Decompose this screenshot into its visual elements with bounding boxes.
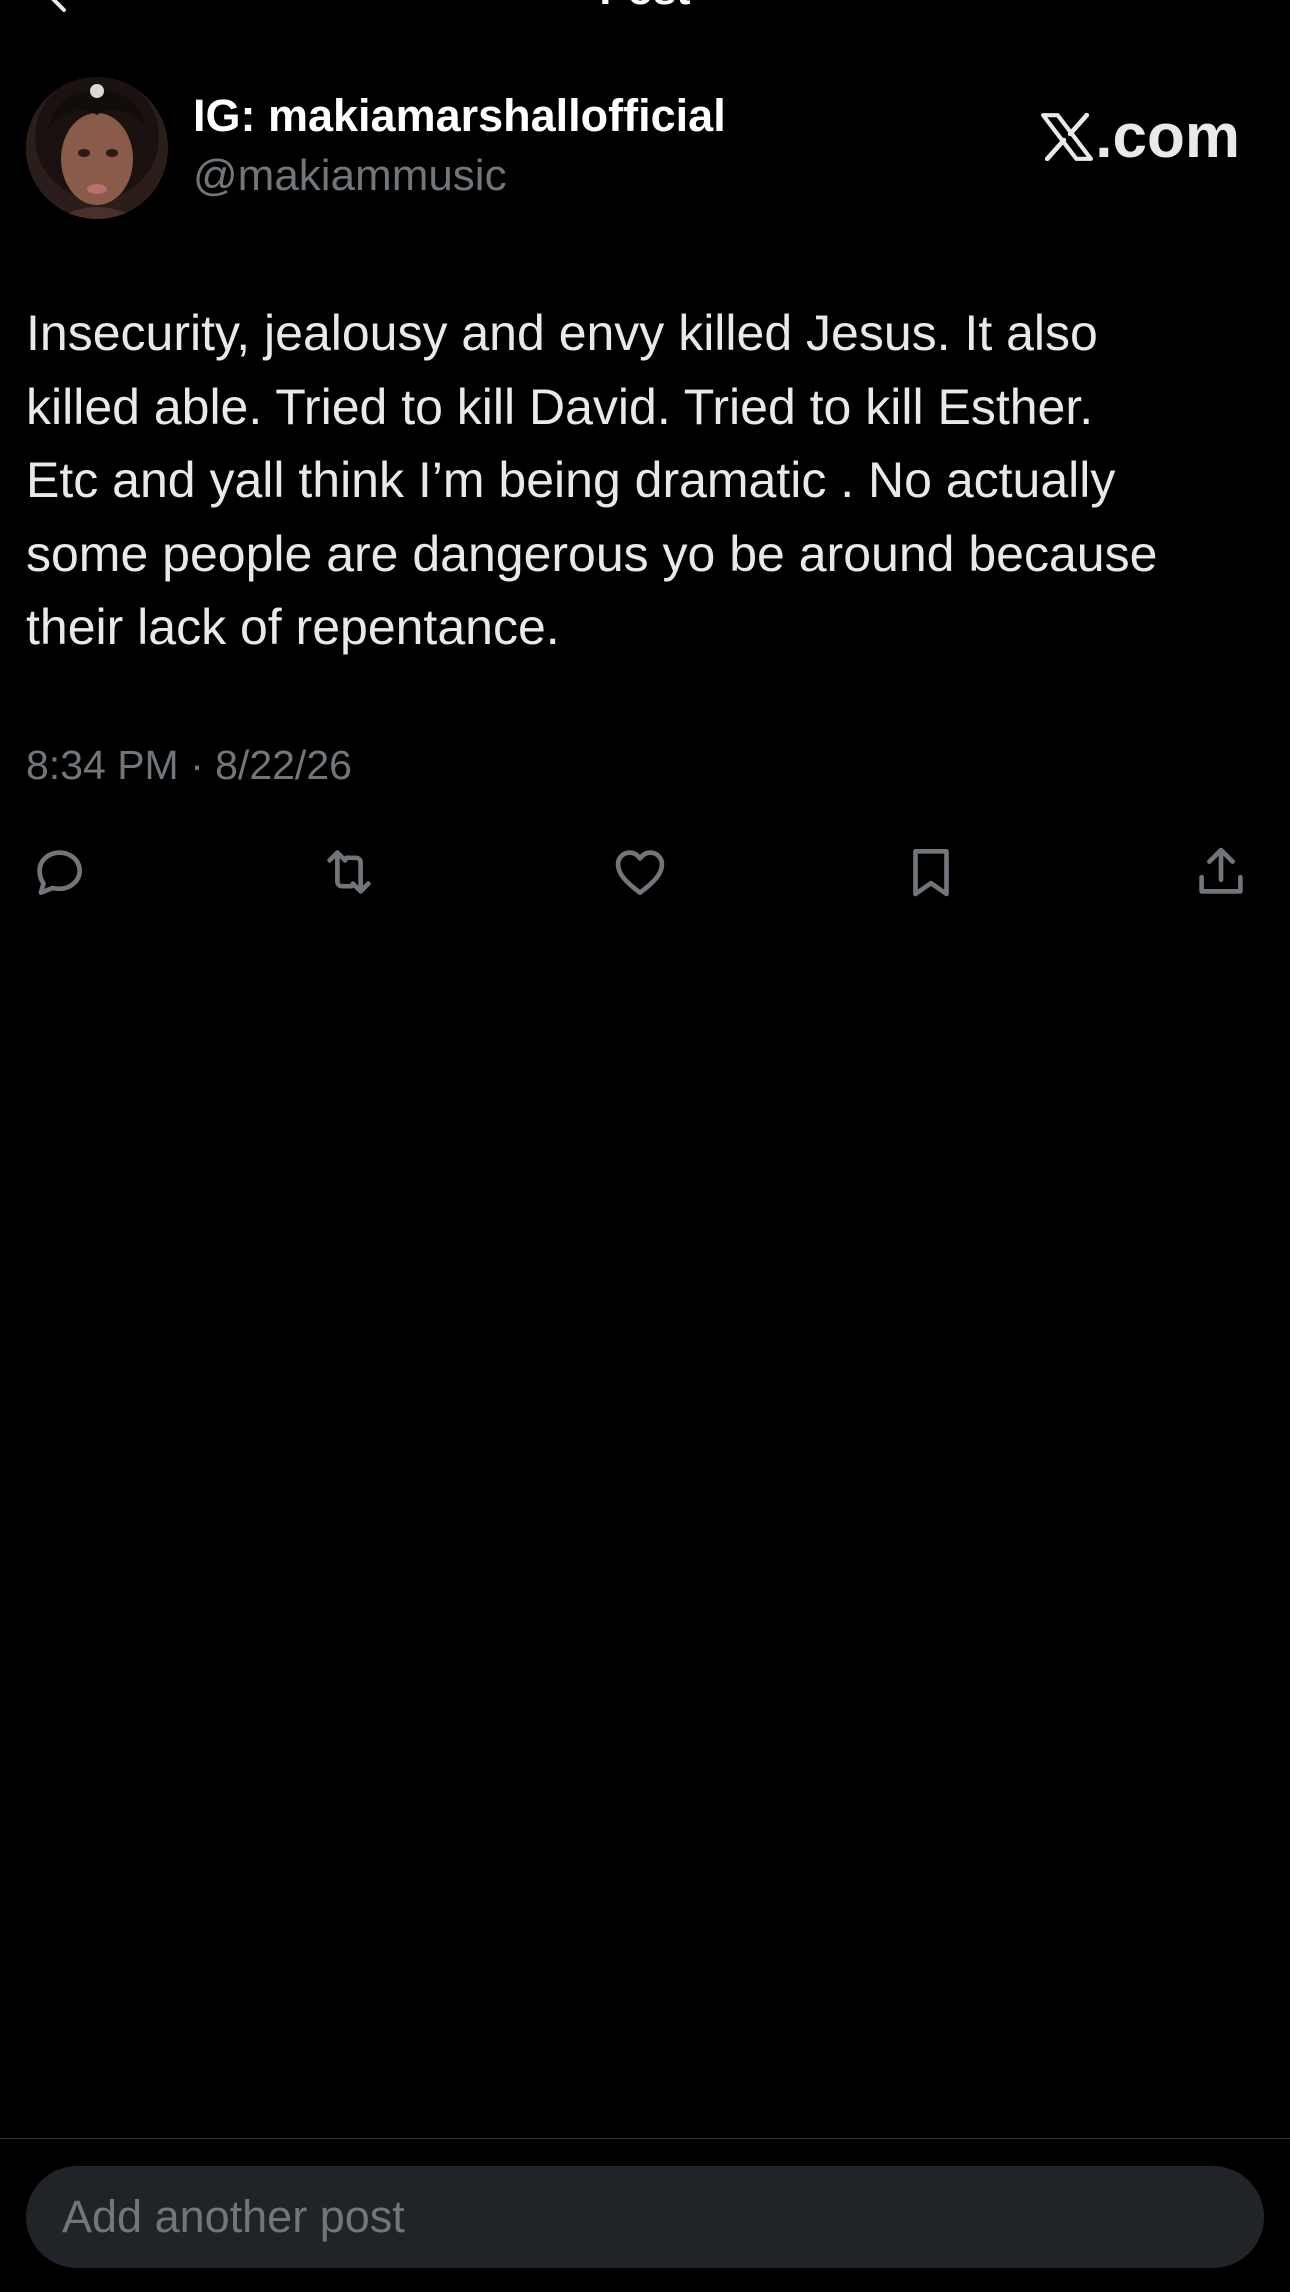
top-bar: Post: [0, 0, 1290, 20]
reply-icon: [37, 850, 82, 895]
author-avatar[interactable]: [26, 77, 168, 219]
repost-icon: [327, 850, 371, 894]
post-timestamp[interactable]: 8:34 PM · 8/22/26: [26, 742, 352, 789]
x-logo-icon: [1041, 112, 1094, 161]
post-text: Insecurity, jealousy and envy killed Jes…: [26, 305, 1158, 655]
repost-button[interactable]: [316, 839, 382, 905]
page-title: Post: [0, 0, 1290, 14]
bottom-divider: [0, 2138, 1290, 2139]
watermark: .com: [1041, 101, 1240, 172]
like-button[interactable]: [607, 839, 673, 905]
add-post-input[interactable]: [62, 2166, 1222, 2268]
heart-icon: [615, 850, 665, 895]
profile-photo-icon: [26, 77, 168, 219]
action-bar: [26, 839, 1254, 909]
author-row: IG: makiamarshallofficial @makiammusic .…: [26, 77, 1264, 221]
reply-composer: [26, 2166, 1264, 2268]
author-handle[interactable]: @makiammusic: [193, 151, 507, 201]
share-button[interactable]: [1188, 839, 1254, 905]
bookmark-button[interactable]: [898, 839, 964, 905]
watermark-label: .com: [1095, 102, 1240, 171]
author-display-name[interactable]: IG: makiamarshallofficial: [193, 90, 726, 142]
share-icon: [1199, 847, 1243, 894]
reply-button[interactable]: [26, 839, 92, 905]
bookmark-icon: [913, 849, 949, 897]
